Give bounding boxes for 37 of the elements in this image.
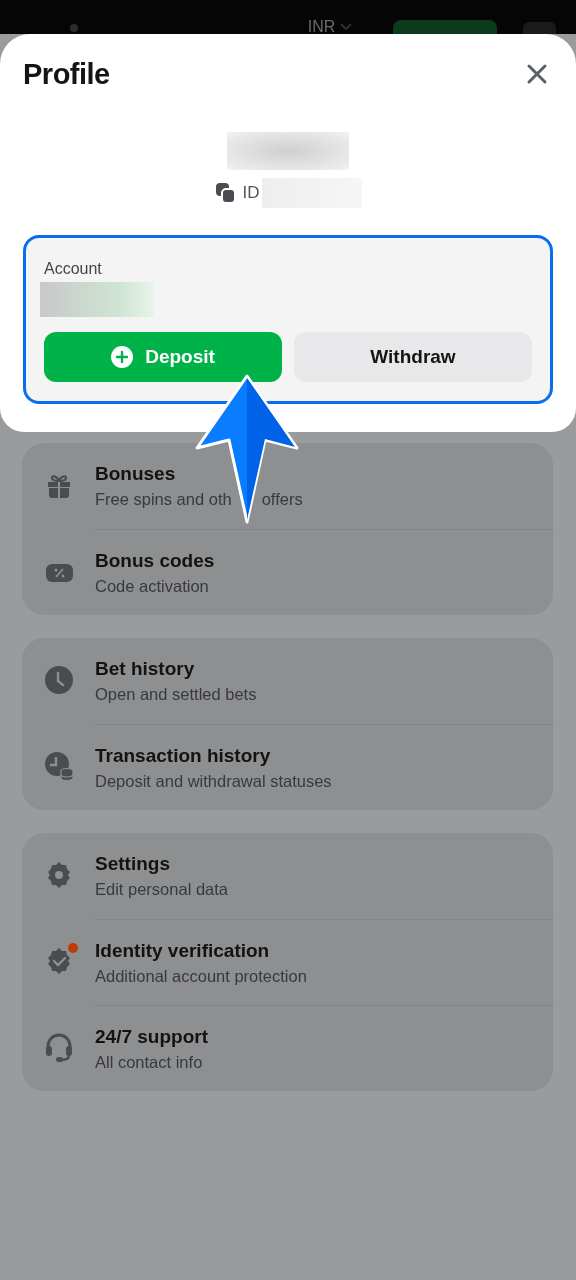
menu-item-title: Bonus codes xyxy=(95,549,216,572)
plus-circle-icon xyxy=(111,346,134,368)
copy-icon[interactable] xyxy=(214,182,237,204)
menu-item-title: Bet history xyxy=(95,658,196,680)
menu-item-title: Identity verification xyxy=(95,939,271,962)
headset-icon xyxy=(44,1033,73,1063)
clock-icon xyxy=(44,666,73,696)
menu-item[interactable]: Bonuses Free spins and oth offers xyxy=(22,443,553,529)
currency-label[interactable]: INR xyxy=(307,18,336,34)
menu-item-subtitle: Deposit and withdrawal statuses xyxy=(95,771,333,791)
menu-item-subtitle: Free spins and oth xyxy=(95,490,232,509)
withdraw-button[interactable]: Withdraw xyxy=(294,332,532,382)
menu-item[interactable]: Transaction history Deposit and withdrawal statuses xyxy=(22,724,553,810)
menu-item[interactable]: Bet history Open and settled bets xyxy=(22,638,553,724)
menu-item-subtitle: Open and settled bets xyxy=(95,685,258,704)
menu-item-title: Bonuses xyxy=(95,463,177,485)
header-icon[interactable] xyxy=(523,22,556,34)
menu-item-subtitle: All contact info xyxy=(95,1052,204,1072)
account-label: Account xyxy=(44,260,103,278)
menu-item[interactable]: Settings Edit personal data xyxy=(22,833,553,919)
sheet-title: Profile xyxy=(23,57,110,91)
menu-item-subtitle: Edit personal data xyxy=(95,880,229,899)
menu-item[interactable]: Bonus codes Code activation xyxy=(22,529,553,615)
status-dot-icon xyxy=(70,24,78,32)
menu-item-subtitle: Additional account protection xyxy=(95,966,308,986)
menu-item[interactable]: Identity verification Additional account protection xyxy=(22,919,553,1005)
menu-item-title: Transaction history xyxy=(95,744,272,767)
id-label: ID xyxy=(242,183,260,203)
menu-item-title: Settings xyxy=(95,853,171,875)
menu-item-title: 24/7 support xyxy=(95,1025,209,1048)
menu-item-subtitle: Code activation xyxy=(95,576,210,596)
menu-item-subtitle: offers xyxy=(261,490,303,509)
close-button[interactable] xyxy=(525,62,549,86)
caret-icon[interactable] xyxy=(339,22,354,32)
header-button[interactable] xyxy=(393,20,498,34)
menu-item[interactable]: 24/7 support All contact info xyxy=(22,1005,553,1091)
clock-coins-icon xyxy=(44,752,73,782)
